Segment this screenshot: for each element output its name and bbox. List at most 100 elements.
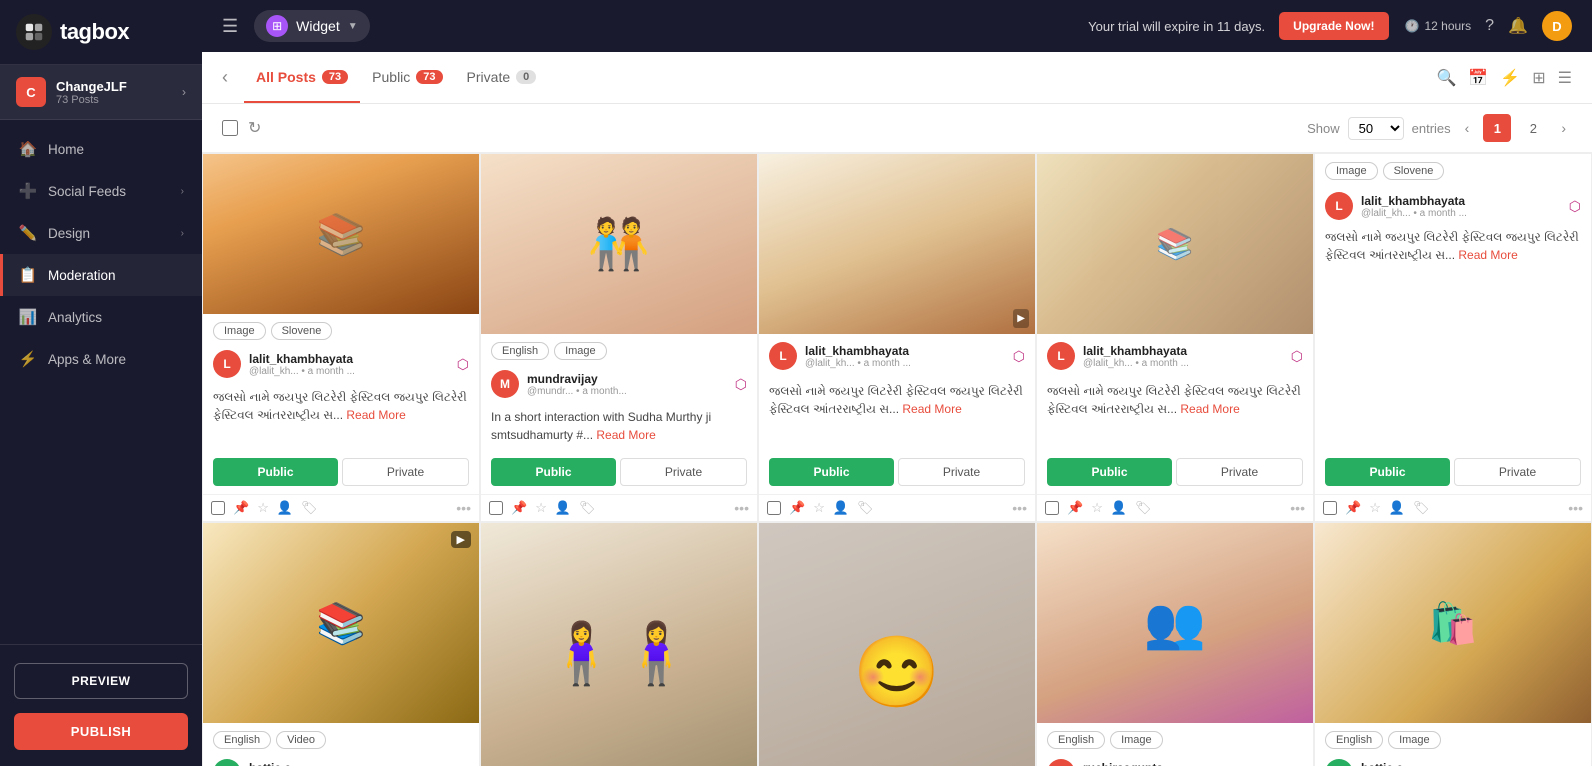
publish-button[interactable]: PUBLISH bbox=[14, 713, 188, 750]
label-icon[interactable]: 🏷 bbox=[857, 500, 874, 516]
star-icon[interactable]: ☆ bbox=[813, 500, 825, 516]
moderation-icon: 📋 bbox=[18, 265, 38, 285]
author-avatar: H bbox=[213, 759, 241, 766]
prev-page-button[interactable]: ‹ bbox=[1459, 118, 1476, 138]
star-icon[interactable]: ☆ bbox=[257, 500, 269, 516]
public-button[interactable]: Public bbox=[1325, 458, 1450, 486]
sidebar-item-label: Moderation bbox=[48, 268, 116, 283]
private-button[interactable]: Private bbox=[1176, 458, 1303, 486]
sidebar-item-home[interactable]: 🏠 Home bbox=[0, 128, 202, 170]
read-more-link[interactable]: Read More bbox=[596, 428, 655, 442]
sidebar-item-apps-more[interactable]: ⚡ Apps & More bbox=[0, 338, 202, 380]
workspace-selector[interactable]: C ChangeJLF 73 Posts › bbox=[0, 65, 202, 120]
pin-icon[interactable]: 📌 bbox=[233, 500, 249, 516]
tab-all-posts[interactable]: All Posts 73 bbox=[244, 53, 360, 103]
label-icon[interactable]: 🏷 bbox=[1413, 500, 1430, 516]
analytics-icon: 📊 bbox=[18, 307, 38, 327]
topbar: ☰ ⊞ Widget ▼ Your trial will expire in 1… bbox=[202, 0, 1592, 52]
sidebar-item-analytics[interactable]: 📊 Analytics bbox=[0, 296, 202, 338]
star-icon[interactable]: ☆ bbox=[1091, 500, 1103, 516]
more-options-icon[interactable]: ••• bbox=[734, 500, 749, 516]
refresh-icon[interactable]: ↻ bbox=[248, 118, 261, 138]
user-tag-icon[interactable]: 👤 bbox=[1111, 500, 1127, 516]
user-avatar[interactable]: D bbox=[1542, 11, 1572, 41]
list-view-icon[interactable]: ☰ bbox=[1558, 68, 1572, 88]
pin-icon[interactable]: 📌 bbox=[511, 500, 527, 516]
next-page-button[interactable]: › bbox=[1555, 118, 1572, 138]
instagram-icon: ⬡ bbox=[735, 376, 747, 393]
pin-icon[interactable]: 📌 bbox=[1067, 500, 1083, 516]
pagination-controls: Show 50 25 100 entries ‹ 1 2 › bbox=[1307, 114, 1572, 142]
user-tag-icon[interactable]: 👤 bbox=[833, 500, 849, 516]
more-options-icon[interactable]: ••• bbox=[1290, 500, 1305, 516]
author-name: ruchiraagupta bbox=[1083, 761, 1283, 766]
tab-private[interactable]: Private 0 bbox=[455, 53, 549, 103]
post-2-author: M mundravijay @mundr... • a month... ⬡ bbox=[481, 364, 757, 404]
post-1-author: L lalit_khambhayata @lalit_kh... • a mon… bbox=[203, 344, 479, 384]
private-button[interactable]: Private bbox=[898, 458, 1025, 486]
tag-slovene: Slovene bbox=[271, 322, 333, 340]
read-more-link[interactable]: Read More bbox=[902, 402, 961, 416]
more-options-icon[interactable]: ••• bbox=[456, 500, 471, 516]
grid-view-icon[interactable]: ⊞ bbox=[1532, 68, 1545, 88]
widget-selector[interactable]: ⊞ Widget ▼ bbox=[254, 10, 369, 42]
author-name: lalit_khambhayata bbox=[1083, 344, 1283, 358]
sidebar-item-moderation[interactable]: 📋 Moderation bbox=[0, 254, 202, 296]
read-more-link[interactable]: Read More bbox=[1180, 402, 1239, 416]
preview-button[interactable]: PREVIEW bbox=[14, 663, 188, 699]
post-2-checkbox-row: 📌 ☆ 👤 🏷 ••• bbox=[481, 494, 757, 521]
tag-slovene: Slovene bbox=[1383, 162, 1445, 180]
show-label: Show bbox=[1307, 121, 1340, 136]
upgrade-button[interactable]: Upgrade Now! bbox=[1279, 12, 1388, 40]
star-icon[interactable]: ☆ bbox=[1369, 500, 1381, 516]
user-tag-icon[interactable]: 👤 bbox=[1389, 500, 1405, 516]
notification-icon[interactable]: 🔔 bbox=[1508, 16, 1528, 36]
post-checkbox[interactable] bbox=[767, 501, 781, 515]
user-tag-icon[interactable]: 👤 bbox=[555, 500, 571, 516]
tag-english: English bbox=[213, 731, 271, 749]
post-5-tags: Image Slovene bbox=[1315, 154, 1591, 188]
label-icon[interactable]: 🏷 bbox=[579, 500, 596, 516]
read-more-link[interactable]: Read More bbox=[346, 408, 405, 422]
sidebar-item-social-feeds[interactable]: ➕ Social Feeds › bbox=[0, 170, 202, 212]
post-checkbox[interactable] bbox=[1323, 501, 1337, 515]
page-1-button[interactable]: 1 bbox=[1483, 114, 1511, 142]
post-checkbox[interactable] bbox=[211, 501, 225, 515]
label-icon[interactable]: 🏷 bbox=[1135, 500, 1152, 516]
page-2-button[interactable]: 2 bbox=[1519, 114, 1547, 142]
calendar-icon[interactable]: 📅 bbox=[1468, 68, 1488, 88]
pin-icon[interactable]: 📌 bbox=[1345, 500, 1361, 516]
workspace-expand-icon: › bbox=[182, 85, 186, 99]
sidebar-item-design[interactable]: ✏️ Design › bbox=[0, 212, 202, 254]
public-button[interactable]: Public bbox=[1047, 458, 1172, 486]
pin-icon[interactable]: 📌 bbox=[789, 500, 805, 516]
search-icon[interactable]: 🔍 bbox=[1436, 68, 1456, 88]
read-more-link[interactable]: Read More bbox=[1458, 248, 1517, 262]
post-card-6: 📚 ▶ English Video H hattie.e @hattie.e •… bbox=[202, 522, 480, 766]
post-image-3: ▶ bbox=[759, 154, 1035, 334]
private-button[interactable]: Private bbox=[342, 458, 469, 486]
more-options-icon[interactable]: ••• bbox=[1568, 500, 1583, 516]
per-page-select[interactable]: 50 25 100 bbox=[1348, 117, 1404, 140]
private-button[interactable]: Private bbox=[1454, 458, 1581, 486]
hamburger-icon[interactable]: ☰ bbox=[222, 16, 238, 37]
tag-image: Image bbox=[1110, 731, 1163, 749]
author-handle: @mundr... • a month... bbox=[527, 386, 727, 397]
filter-icon[interactable]: ⚡ bbox=[1500, 68, 1520, 88]
tag-image: Image bbox=[1388, 731, 1441, 749]
select-all-checkbox[interactable] bbox=[222, 120, 238, 136]
user-tag-icon[interactable]: 👤 bbox=[277, 500, 293, 516]
private-button[interactable]: Private bbox=[620, 458, 747, 486]
help-icon[interactable]: ? bbox=[1485, 17, 1494, 35]
post-checkbox[interactable] bbox=[489, 501, 503, 515]
public-button[interactable]: Public bbox=[769, 458, 894, 486]
star-icon[interactable]: ☆ bbox=[535, 500, 547, 516]
tab-back-icon[interactable]: ‹ bbox=[222, 67, 228, 88]
post-checkbox[interactable] bbox=[1045, 501, 1059, 515]
more-options-icon[interactable]: ••• bbox=[1012, 500, 1027, 516]
post-2-tags: English Image bbox=[481, 334, 757, 364]
tab-public[interactable]: Public 73 bbox=[360, 53, 454, 103]
label-icon[interactable]: 🏷 bbox=[301, 500, 318, 516]
public-button[interactable]: Public bbox=[213, 458, 338, 486]
public-button[interactable]: Public bbox=[491, 458, 616, 486]
